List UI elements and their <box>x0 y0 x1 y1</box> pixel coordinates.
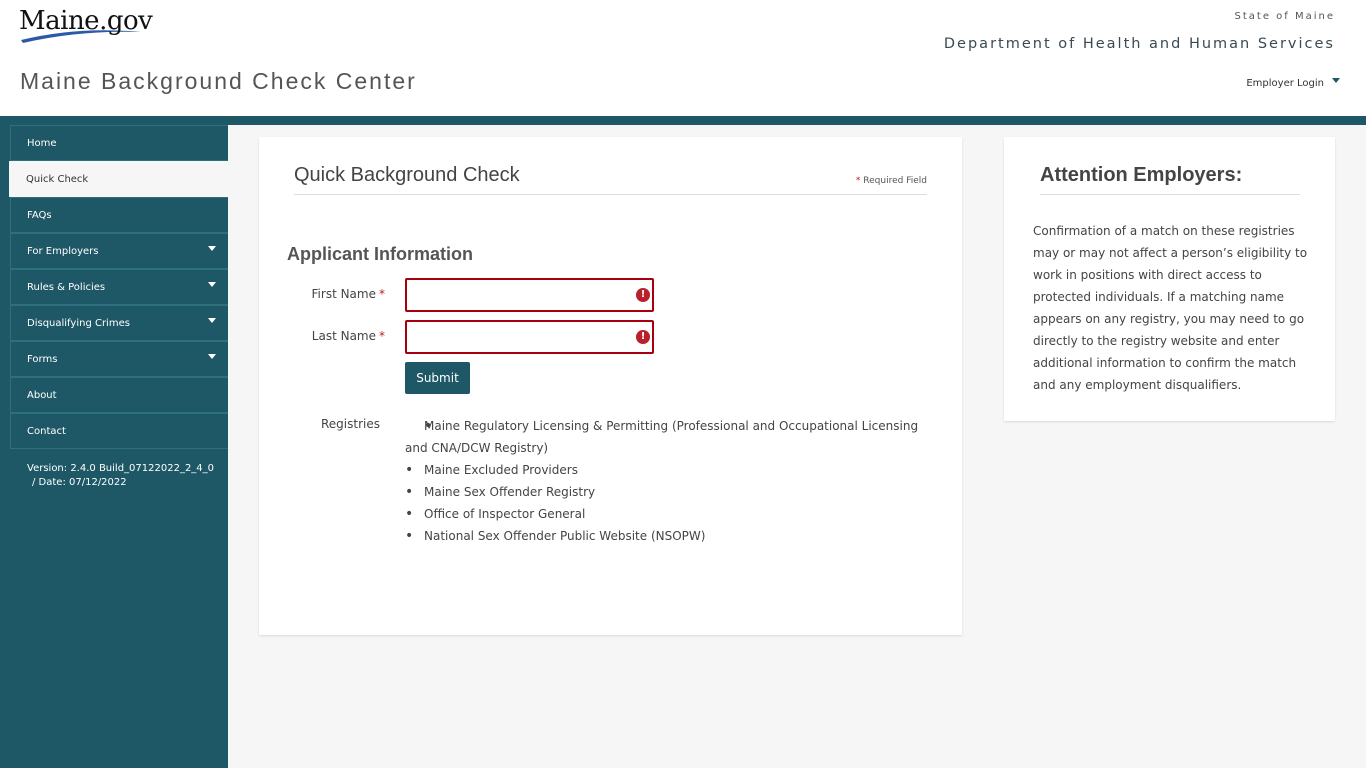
first-name-field-wrapper: ! <box>405 278 654 312</box>
last-name-input[interactable] <box>407 322 652 352</box>
registry-item: National Sex Offender Public Website (NS… <box>405 525 925 547</box>
last-name-field-wrapper: ! <box>405 320 654 354</box>
first-name-label-text: First Name <box>311 287 376 301</box>
sidebar-nav: Home Quick Check FAQs For Employers Rule… <box>9 125 228 449</box>
caret-down-icon <box>208 317 216 323</box>
version-info: Version: 2.4.0 Build_07122022_2_4_0 / Da… <box>27 462 214 490</box>
error-icon: ! <box>636 288 650 302</box>
registry-item: Maine Excluded Providers <box>405 459 925 481</box>
sidebar-item-quick-check[interactable]: Quick Check <box>9 161 228 197</box>
sidebar-item-forms[interactable]: Forms <box>10 341 228 377</box>
sidebar-item-about[interactable]: About <box>10 377 228 413</box>
caret-down-icon <box>208 245 216 251</box>
version-date: / Date: 07/12/2022 <box>32 477 127 488</box>
site-title: Maine Background Check Center <box>20 68 417 94</box>
maine-gov-logo[interactable]: Maine.gov <box>19 6 153 44</box>
required-star: * <box>379 329 385 343</box>
sidebar-item-contact[interactable]: Contact <box>10 413 228 449</box>
registries-label: Registries <box>321 417 380 431</box>
attention-text: Confirmation of a match on these registr… <box>1033 224 1308 392</box>
site-header: Maine.gov Maine Background Check Center … <box>0 0 1366 116</box>
registry-item: Maine Sex Offender Registry <box>405 481 925 503</box>
sidebar-item-label: FAQs <box>27 209 52 221</box>
caret-down-icon <box>1332 78 1340 83</box>
sidebar-item-label: Rules & Policies <box>27 281 106 293</box>
department-name: Department of Health and Human Services <box>943 36 1335 52</box>
header-bar <box>0 116 1366 125</box>
employer-login-dropdown[interactable]: Employer Login <box>1246 78 1340 89</box>
sidebar-item-label: About <box>27 389 57 401</box>
required-star: * <box>855 176 861 186</box>
title-divider <box>1040 194 1300 195</box>
registry-item: Maine Regulatory Licensing & Permitting … <box>405 415 925 459</box>
page-title: Quick Background Check <box>294 164 520 186</box>
version-line: Version: 2.4.0 Build_07122022_2_4_0 <box>27 463 215 474</box>
section-title: Applicant Information <box>287 244 473 264</box>
sidebar-item-label: Home <box>27 137 57 149</box>
sidebar-item-label: Forms <box>27 353 58 365</box>
logo-text: Maine.gov <box>19 6 153 36</box>
sidebar-item-home[interactable]: Home <box>10 125 228 161</box>
required-field-note: * Required Field <box>856 176 927 186</box>
sidebar-item-label: Disqualifying Crimes <box>27 317 130 329</box>
required-field-label: Required Field <box>863 176 927 186</box>
caret-down-icon <box>208 353 216 359</box>
employer-login-label: Employer Login <box>1246 78 1324 89</box>
caret-down-icon <box>208 281 216 287</box>
first-name-label: First Name * <box>312 287 385 301</box>
first-name-row: First Name * ! <box>259 278 679 312</box>
registry-item: Office of Inspector General <box>405 503 925 525</box>
sidebar-item-faqs[interactable]: FAQs <box>10 197 228 233</box>
sidebar-item-for-employers[interactable]: For Employers <box>10 233 228 269</box>
error-icon: ! <box>636 330 650 344</box>
state-label: State of Maine <box>1234 11 1335 22</box>
sidebar-item-rules-policies[interactable]: Rules & Policies <box>10 269 228 305</box>
first-name-input[interactable] <box>407 280 652 310</box>
last-name-label-text: Last Name <box>311 329 376 343</box>
sidebar-item-label: For Employers <box>27 245 99 257</box>
sidebar-item-label: Quick Check <box>26 173 89 185</box>
sidebar: Home Quick Check FAQs For Employers Rule… <box>0 125 228 768</box>
quick-check-card: Quick Background Check * Required Field … <box>259 137 962 635</box>
last-name-label: Last Name * <box>312 329 385 343</box>
title-divider <box>294 194 927 195</box>
last-name-row: Last Name * ! <box>259 320 679 354</box>
attention-title: Attention Employers: <box>1040 164 1243 186</box>
attention-employers-card: Attention Employers: Confirmation of a m… <box>1004 137 1335 421</box>
registries-list: Maine Regulatory Licensing & Permitting … <box>405 415 925 547</box>
required-star: * <box>379 287 385 301</box>
sidebar-item-label: Contact <box>27 425 66 437</box>
sidebar-item-disqualifying-crimes[interactable]: Disqualifying Crimes <box>10 305 228 341</box>
submit-button[interactable]: Submit <box>405 362 470 394</box>
